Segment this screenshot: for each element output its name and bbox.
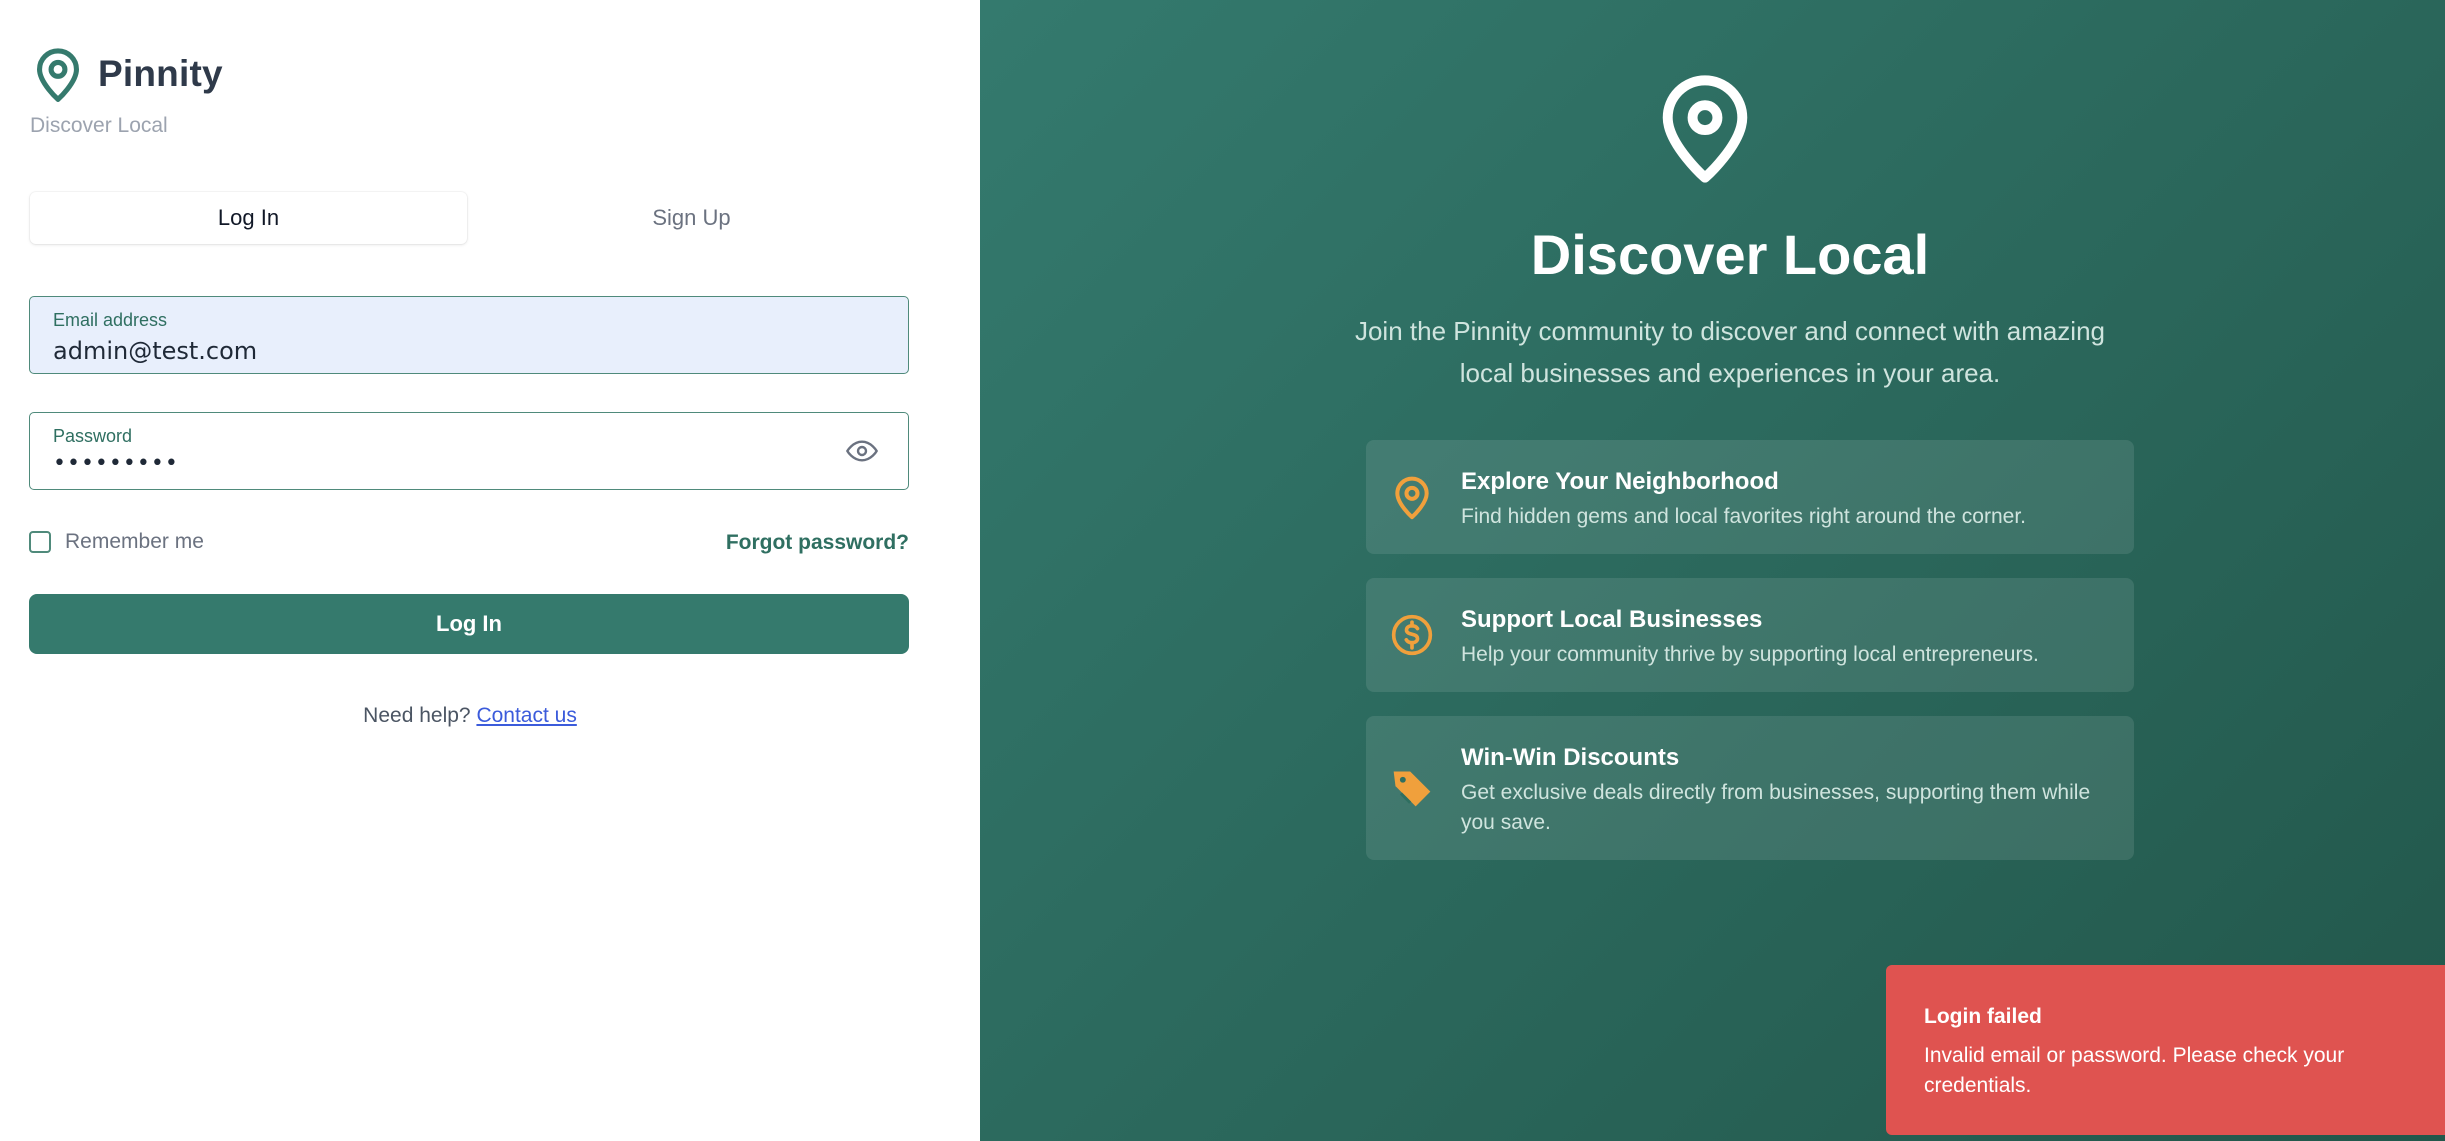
feature-card: Win-Win Discounts Get exclusive deals di… [1366, 716, 2134, 860]
auth-tabs: Log In Sign Up [30, 192, 910, 244]
toast-title: Login failed [1924, 1005, 2042, 1028]
tag-icon [1390, 764, 1434, 812]
email-label: Email address [53, 310, 168, 330]
log-in-button[interactable]: Log In [29, 594, 909, 654]
brand-tagline: Discover Local [30, 114, 168, 137]
contact-us-link[interactable]: Contact us [476, 704, 576, 727]
map-pin-icon [1390, 473, 1434, 521]
feature-title: Win-Win Discounts [1461, 744, 1680, 771]
brand: Pinnity [30, 44, 223, 104]
hero-subtitle: Join the Pinnity community to discover a… [1354, 316, 2106, 388]
map-pin-icon [1655, 70, 1755, 186]
tab-sign-up[interactable]: Sign Up [473, 192, 910, 244]
map-pin-icon [30, 44, 86, 104]
tab-log-in[interactable]: Log In [30, 192, 467, 244]
password-input[interactable]: ••••••••• [53, 451, 833, 476]
feature-description: Help your community thrive by supporting… [1461, 643, 2039, 666]
login-panel: Pinnity Discover Local Log In Sign Up Em… [0, 0, 980, 1141]
error-toast[interactable]: Login failed Invalid email or password. … [1886, 965, 2445, 1135]
help-text: Need help? Contact us [0, 704, 940, 728]
remember-me[interactable]: Remember me [29, 530, 204, 554]
email-input[interactable] [53, 337, 833, 365]
login-page: Pinnity Discover Local Log In Sign Up Em… [0, 0, 2445, 1141]
feature-description: Get exclusive deals directly from busine… [1461, 781, 2091, 834]
feature-title: Explore Your Neighborhood [1461, 468, 1779, 495]
email-field[interactable]: Email address [29, 296, 909, 374]
dollar-circle-icon [1390, 611, 1434, 659]
feature-title: Support Local Businesses [1461, 606, 1763, 633]
feature-card: Support Local Businesses Help your commu… [1366, 578, 2134, 692]
toast-message: Invalid email or password. Please check … [1924, 1044, 2345, 1097]
brand-name: Pinnity [98, 53, 223, 94]
remember-me-label: Remember me [65, 530, 204, 553]
forgot-password-link[interactable]: Forgot password? [726, 531, 909, 555]
feature-card: Explore Your Neighborhood Find hidden ge… [1366, 440, 2134, 554]
feature-description: Find hidden gems and local favorites rig… [1461, 505, 2027, 528]
help-label: Need help? [363, 704, 471, 727]
password-label: Password [53, 426, 133, 446]
hero-title: Discover Local [1530, 223, 1930, 286]
remember-me-checkbox[interactable] [29, 531, 51, 553]
show-password-eye-icon[interactable] [846, 437, 878, 465]
password-field[interactable]: Password ••••••••• [29, 412, 909, 490]
